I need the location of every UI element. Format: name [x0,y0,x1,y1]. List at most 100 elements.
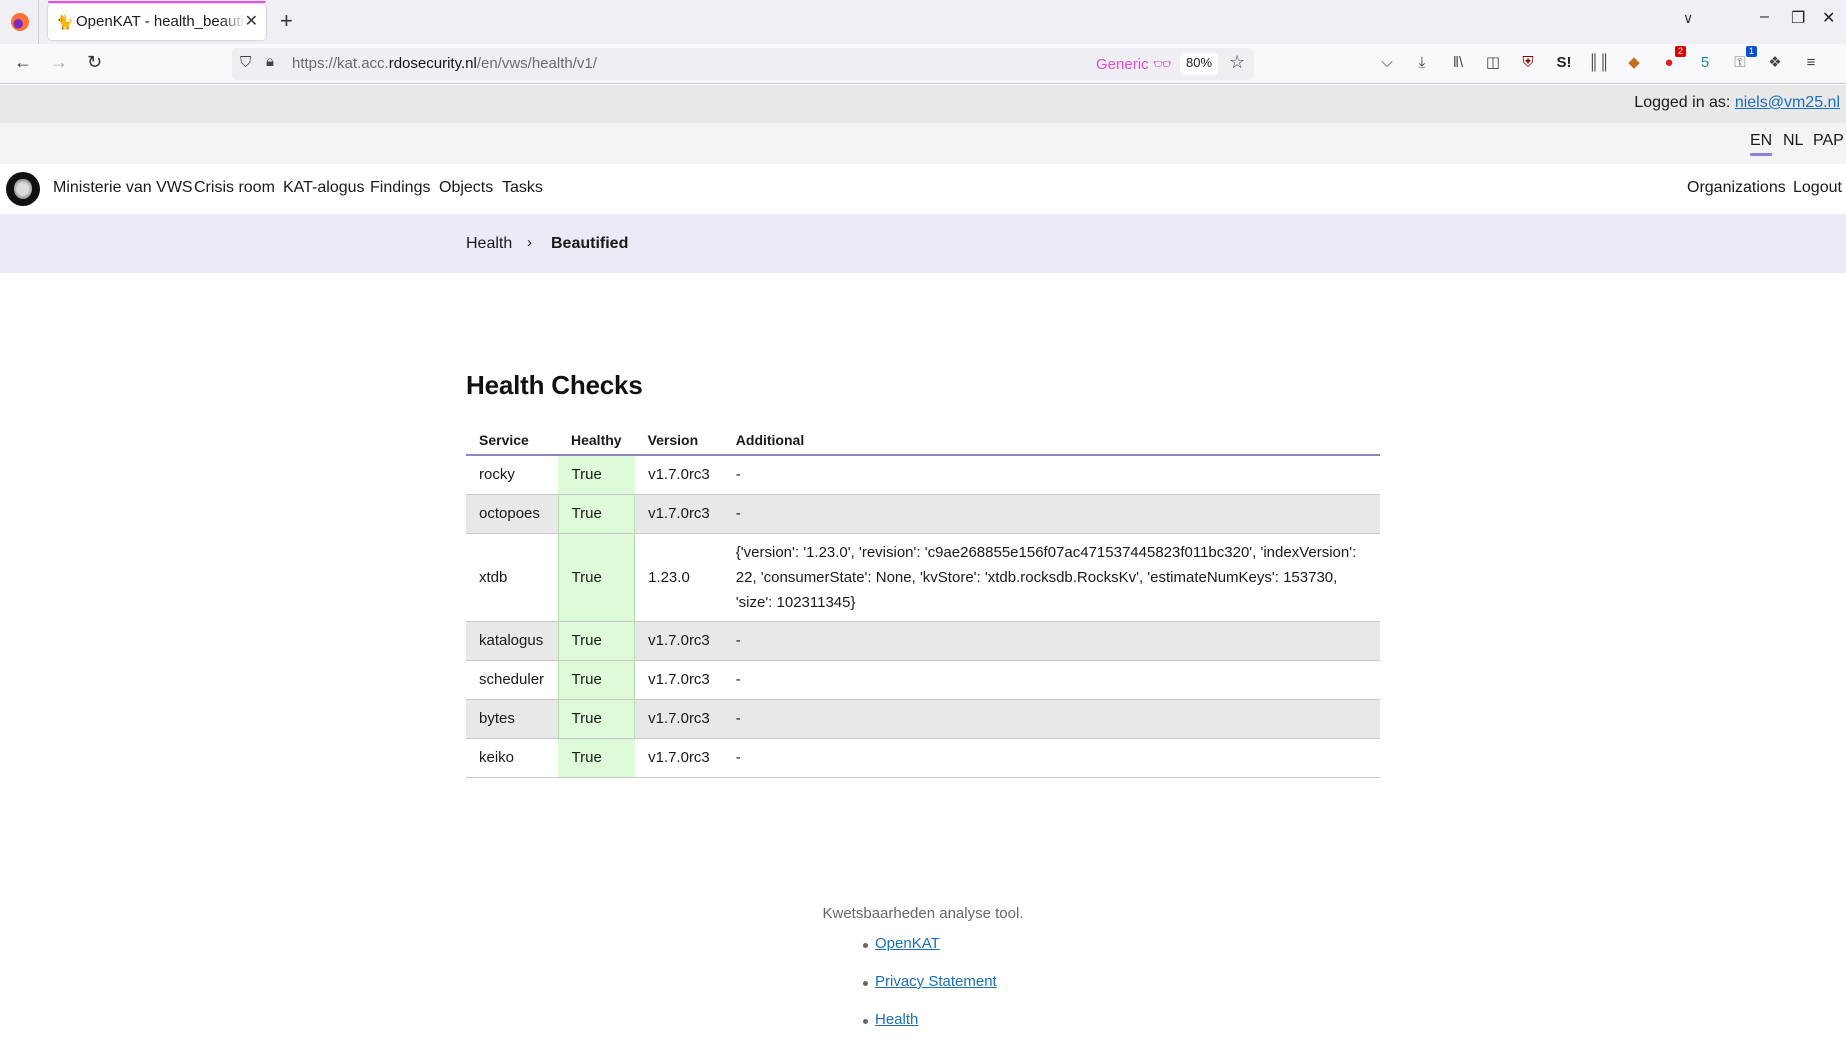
pocket-icon-glyph: ⌵ [1381,54,1393,71]
cell-additional: - [722,621,1380,661]
bookmark-star-icon[interactable]: ☆ [1229,52,1245,73]
cell-additional: {'version': '1.23.0', 'revision': 'c9ae2… [722,533,1380,622]
forward-arrow-icon[interactable]: → [50,52,68,73]
firefox-icon[interactable] [11,13,29,31]
nav-organizations[interactable]: Organizations [1687,179,1786,197]
password-manager-icon[interactable]: ⚿ 1 [1729,46,1757,74]
breadcrumb-separator-icon: › [527,234,532,251]
pocket-icon[interactable]: ⌵ [1376,52,1398,74]
minimize-icon[interactable]: – [1760,8,1769,26]
menu-icon[interactable]: ≡ [1800,52,1822,74]
footer-link-health[interactable]: Health [875,1011,918,1028]
nav-katalogus[interactable]: KAT-alogus [283,179,365,197]
footer-link-openkat[interactable]: OpenKAT [875,935,940,952]
table-row: octopoes True v1.7.0rc3- [466,494,1380,534]
shield-5-icon-glyph: 5 [1700,54,1710,71]
logged-in-label: Logged in as: [1634,94,1731,111]
cell-additional: - [722,738,1380,778]
login-bar: Logged in as: niels@vm25.nl [0,85,1846,123]
stylus-icon-glyph: S! [1556,54,1572,71]
main-navigation: Ministerie van VWS Crisis room KAT-alogu… [0,164,1846,214]
extension-badge: 1 [1745,46,1757,57]
nav-findings[interactable]: Findings [370,179,430,197]
tab-separator [38,0,39,44]
user-email-link[interactable]: niels@vm25.nl [1735,94,1840,111]
browser-tab-bar: 🐈 OpenKAT - health_beautified ✕ + ∨ – ❐ … [0,0,1846,44]
library-icon-glyph: ‖\ [1452,54,1464,71]
nav-crisis-room[interactable]: Crisis room [194,179,275,197]
stylus-icon[interactable]: S! [1553,52,1575,74]
openkat-logo[interactable] [6,172,40,206]
restore-icon[interactable]: ❐ [1791,8,1805,28]
breadcrumb-beautified: Beautified [551,235,629,252]
lang-nl[interactable]: NL [1783,132,1803,150]
nav-tasks[interactable]: Tasks [502,179,543,197]
cell-version: v1.7.0rc3 [634,699,723,739]
nav-logout[interactable]: Logout [1793,179,1842,197]
table-row: xtdb True 1.23.0 {'version': '1.23.0', 'rev… [466,533,1380,622]
cell-healthy: True [557,660,636,700]
zoom-level-button[interactable]: 80% [1180,53,1219,75]
back-arrow-icon[interactable]: ← [14,52,32,73]
close-icon[interactable]: ✕ [245,11,258,31]
badger-icon-glyph: ◆ [1628,54,1640,71]
language-switcher: EN NL PAP [0,123,1846,164]
red-extension-icon[interactable]: ● 2 [1658,46,1686,74]
footer-link-item: Health [863,1011,997,1049]
cell-healthy: True [558,455,635,495]
table-row: katalogus True v1.7.0rc3- [466,621,1380,661]
cell-service: xtdb [466,533,558,622]
sidebar-icon-glyph: ◫ [1485,54,1501,71]
cell-version: v1.7.0rc3 [634,738,723,778]
lang-pap[interactable]: PAP [1813,132,1844,150]
openkat-cat-icon: 🐈 [56,14,74,30]
footer: Kwetsbaarheden analyse tool. OpenKAT Pri… [0,905,1846,1028]
tracking-shield-icon[interactable]: ⛉ [240,54,251,71]
reload-icon[interactable]: ↻ [87,52,102,73]
extensions-icon[interactable]: ❖ [1764,52,1786,74]
plus-icon[interactable]: + [280,8,293,34]
library-icon[interactable]: ‖\ [1447,52,1469,74]
shield-5-icon[interactable]: 5 [1694,52,1716,74]
url-text[interactable]: https://kat.acc.rdosecurity.nl/en/vws/he… [292,55,597,72]
cell-service: bytes [466,699,558,739]
nav-objects[interactable]: Objects [439,179,493,197]
table-row: rocky True v1.7.0rc3- [466,455,1380,495]
ublock-icon-glyph: ⛨ [1522,54,1534,71]
ublock-icon[interactable]: ⛨ [1517,52,1539,74]
cell-additional: - [722,494,1380,534]
badger-icon[interactable]: ◆ [1623,52,1645,74]
header-service: Service [466,428,558,456]
download-icon-glyph: ⤓ [1418,54,1426,71]
grid-extension-icon-glyph: ║║ [1588,54,1610,71]
grid-extension-icon[interactable]: ║║ [1588,52,1610,74]
health-checks-table: Service Healthy Version Additional rocky… [466,428,1380,778]
sidebar-icon[interactable]: ◫ [1482,52,1504,74]
table-row: scheduler True v1.7.0rc3- [466,660,1380,700]
tab-title: OpenKAT - health_beautified [76,13,246,30]
chevron-down-icon[interactable]: ∨ [1683,10,1693,27]
browser-tab-active[interactable]: 🐈 OpenKAT - health_beautified ✕ [48,1,266,40]
lock-icon[interactable]: 🔒︎ [266,53,274,70]
cell-additional: - [722,660,1380,700]
footer-links: OpenKAT Privacy Statement Health [863,935,997,1049]
cell-healthy: True [557,621,636,661]
cell-version: 1.23.0 [634,533,723,622]
cell-service: octopoes [466,494,558,534]
cell-healthy: True [557,699,636,739]
breadcrumb-health[interactable]: Health [466,235,512,253]
logged-in-indicator: Logged in as: niels@vm25.nl [1634,94,1840,112]
footer-link-privacy[interactable]: Privacy Statement [875,973,997,990]
lang-en[interactable]: EN [1750,132,1773,156]
reader-mode-indicator[interactable]: Generic 👓︎ [1096,55,1172,73]
nav-organization[interactable]: Ministerie van VWS [53,179,193,197]
header-healthy: Healthy [558,428,635,456]
cell-additional: - [722,455,1380,495]
window-close-icon[interactable]: ✕ [1822,8,1835,28]
download-icon[interactable]: ⤓ [1411,52,1433,74]
address-bar[interactable]: ⛉ 🔒︎ https://kat.acc.rdosecurity.nl/en/v… [232,48,1254,80]
table-row: bytes True v1.7.0rc3- [466,699,1380,739]
cell-healthy: True [557,494,636,534]
cell-version: v1.7.0rc3 [634,455,723,495]
cell-service: rocky [466,455,558,495]
